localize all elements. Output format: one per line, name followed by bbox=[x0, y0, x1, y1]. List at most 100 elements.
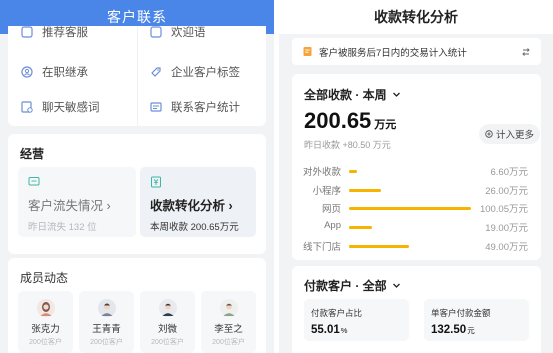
member-sub: 200位客户 bbox=[212, 339, 245, 346]
channel-bar bbox=[349, 170, 358, 173]
customer-contact-panel: 客户联系 推荐客服 欢迎语 在职继承 企业客户标签 聊天敏感词 联系客户统计 经… bbox=[0, 0, 274, 353]
channel-value: 49.00万元 bbox=[485, 241, 528, 253]
include-more-button[interactable]: 计入更多 bbox=[479, 124, 540, 144]
tool-label: 联系客户统计 bbox=[171, 102, 240, 114]
income-card: 全部收款 · 本周 200.65 万元 昨日收款 +80.50 万元 计入更多 对… bbox=[292, 74, 541, 260]
tool-recommend-service[interactable]: 推荐客服 bbox=[20, 24, 88, 40]
channel-value: 100.05万元 bbox=[479, 204, 528, 216]
payers-filter-dropdown[interactable]: 付款客户 · 全部 bbox=[304, 277, 401, 294]
member-card[interactable]: 李至之 200位客户 bbox=[201, 291, 256, 353]
channel-value: 19.00万元 bbox=[485, 223, 528, 235]
channel-row: 对外收款 6.60万元 bbox=[292, 164, 541, 178]
member-card[interactable]: 刘微 200位客户 bbox=[140, 291, 195, 353]
tool-sensitive-words[interactable]: 聊天敏感词 bbox=[20, 99, 100, 115]
notice-bar[interactable]: 客户被服务后7日内的交易计入统计 bbox=[292, 38, 541, 65]
tool-label: 推荐客服 bbox=[42, 27, 88, 39]
channel-bar bbox=[349, 188, 381, 192]
dropdown-label: 付款客户 · 全部 bbox=[304, 279, 387, 293]
avatar bbox=[158, 299, 177, 317]
tool-label: 企业客户标签 bbox=[171, 67, 240, 79]
avg-payment-box: 单客户付款金额 132.50元 bbox=[424, 299, 529, 341]
churn-card[interactable]: 客户流失情况 › 昨日流失 132 位 bbox=[18, 167, 136, 237]
value: 55.01 bbox=[311, 324, 340, 336]
welcome-icon bbox=[149, 25, 163, 39]
chevron-down-icon bbox=[392, 92, 400, 97]
avg-payment-value: 132.50元 bbox=[431, 324, 529, 336]
income-filter-dropdown[interactable]: 全部收款 · 本周 bbox=[304, 86, 401, 103]
section-title: 成员动态 bbox=[20, 271, 69, 285]
tool-welcome[interactable]: 欢迎语 bbox=[149, 24, 206, 40]
channel-row: 线下门店 49.00万元 bbox=[292, 239, 541, 253]
payer-ratio-value: 55.01% bbox=[311, 324, 409, 336]
notice-icon bbox=[303, 47, 312, 56]
channel-row: 小程序 26.00万元 bbox=[292, 183, 541, 197]
stats-icon bbox=[149, 100, 163, 114]
channel-bar-track bbox=[349, 188, 471, 192]
swap-icon[interactable] bbox=[521, 47, 531, 57]
members-card: 成员动态 张克力 200位客户 王青青 200位客户 刘微 200位客户 李至之… bbox=[8, 258, 266, 353]
button-label: 计入更多 bbox=[495, 130, 534, 141]
channel-row: App 19.00万元 bbox=[292, 220, 541, 234]
unit: 元 bbox=[467, 326, 475, 335]
tools-card: 推荐客服 欢迎语 在职继承 企业客户标签 聊天敏感词 联系客户统计 bbox=[8, 26, 266, 126]
channel-label: App bbox=[324, 220, 341, 232]
section-title: 经营 bbox=[20, 147, 45, 161]
channel-bar-track bbox=[349, 170, 471, 173]
unit: % bbox=[340, 326, 348, 335]
channel-label: 对外收款 bbox=[302, 167, 341, 178]
page-title: 收款转化分析 bbox=[279, 0, 553, 34]
tool-customer-tag[interactable]: 企业客户标签 bbox=[149, 64, 240, 80]
conversion-analysis-panel: 收款转化分析 客户被服务后7日内的交易计入统计 全部收款 · 本周 200.65… bbox=[279, 0, 553, 353]
plus-circle-icon bbox=[485, 130, 493, 138]
channel-bar-track bbox=[349, 226, 471, 230]
tool-contact-stats[interactable]: 联系客户统计 bbox=[149, 99, 240, 115]
avatar bbox=[36, 299, 55, 317]
conversion-card[interactable]: 收款转化分析 › 本周收款 200.65万元 bbox=[140, 167, 256, 237]
churn-title: 客户流失情况 › bbox=[28, 199, 111, 213]
channel-value: 6.60万元 bbox=[490, 167, 529, 178]
tool-inherit[interactable]: 在职继承 bbox=[20, 64, 88, 80]
divider bbox=[137, 26, 138, 126]
income-total: 200.65 万元 bbox=[304, 108, 396, 134]
business-card: 经营 客户流失情况 › 昨日流失 132 位 收款转化分析 › 本周收款 200… bbox=[8, 134, 266, 254]
avg-payment-label: 单客户付款金额 bbox=[431, 308, 491, 318]
channel-bar bbox=[349, 226, 373, 230]
tool-label: 在职继承 bbox=[42, 67, 88, 79]
tool-label: 欢迎语 bbox=[171, 27, 206, 39]
chat-icon bbox=[28, 177, 40, 186]
conversion-sub: 本周收款 200.65万元 bbox=[150, 222, 239, 233]
payer-ratio-label: 付款客户占比 bbox=[311, 308, 363, 318]
channel-bar-track bbox=[349, 244, 471, 248]
member-name: 李至之 bbox=[214, 324, 243, 335]
yesterday-income: 昨日收款 +80.50 万元 bbox=[304, 140, 391, 150]
payers-card: 付款客户 · 全部 付款客户占比 55.01% 单客户付款金额 132.50元 bbox=[292, 266, 541, 353]
sensitive-words-icon bbox=[20, 100, 34, 114]
member-sub: 200位客户 bbox=[151, 339, 184, 346]
member-name: 王青青 bbox=[92, 324, 121, 335]
member-name: 张克力 bbox=[31, 324, 60, 335]
channel-bar-track bbox=[349, 207, 471, 211]
money-icon bbox=[151, 176, 161, 188]
member-sub: 200位客户 bbox=[90, 339, 123, 346]
channel-label: 线下门店 bbox=[302, 241, 341, 253]
income-unit: 万元 bbox=[374, 119, 397, 131]
churn-sub: 昨日流失 132 位 bbox=[28, 222, 97, 233]
member-card[interactable]: 张克力 200位客户 bbox=[18, 291, 73, 353]
income-amount: 200.65 bbox=[304, 108, 372, 133]
dropdown-label: 全部收款 · 本周 bbox=[304, 88, 387, 102]
chevron-down-icon bbox=[392, 283, 400, 288]
avatar bbox=[97, 299, 116, 317]
notice-text: 客户被服务后7日内的交易计入统计 bbox=[319, 47, 467, 59]
tag-icon bbox=[149, 65, 163, 79]
conversion-title: 收款转化分析 › bbox=[150, 199, 233, 213]
member-card[interactable]: 王青青 200位客户 bbox=[79, 291, 134, 353]
payer-ratio-box: 付款客户占比 55.01% bbox=[304, 299, 409, 341]
channel-label: 小程序 bbox=[312, 185, 341, 197]
channel-label: 网页 bbox=[321, 204, 341, 216]
value: 132.50 bbox=[431, 324, 467, 336]
member-sub: 200位客户 bbox=[29, 339, 62, 346]
avatar bbox=[219, 299, 238, 317]
service-icon bbox=[20, 25, 34, 39]
channel-row: 网页 100.05万元 bbox=[292, 201, 541, 215]
tool-label: 聊天敏感词 bbox=[42, 102, 100, 114]
